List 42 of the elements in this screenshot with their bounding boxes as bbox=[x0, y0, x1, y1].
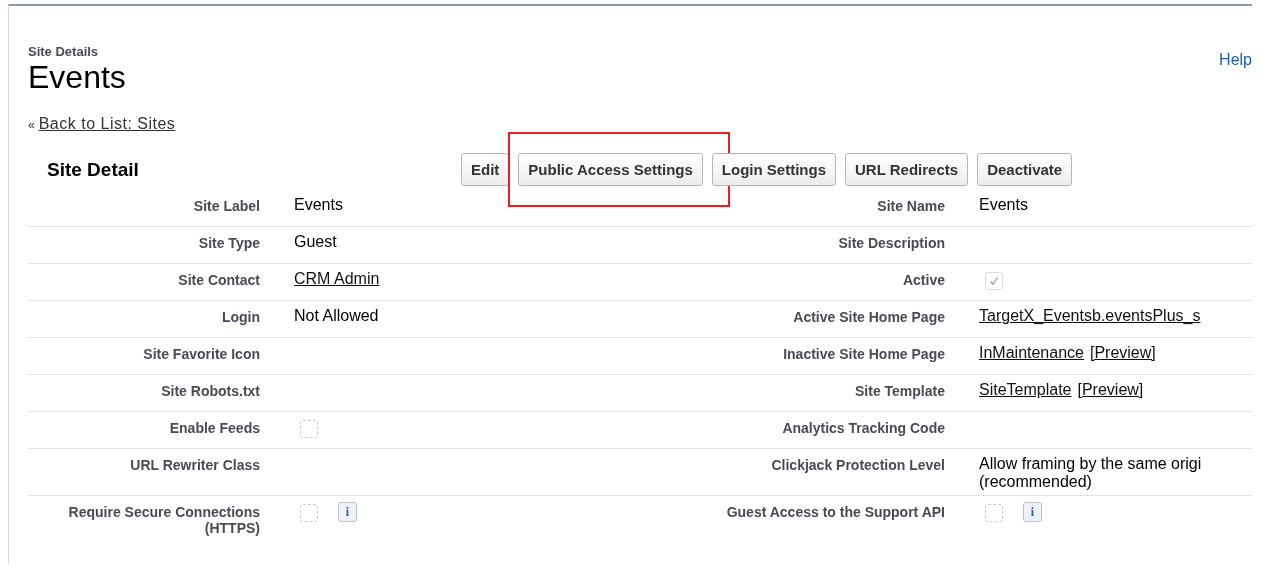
field-value: Not Allowed bbox=[294, 307, 379, 325]
field-label: Active bbox=[901, 271, 945, 290]
field-label: Site Contact bbox=[177, 271, 260, 290]
field-link[interactable]: CRM Admin bbox=[294, 270, 380, 288]
action-button[interactable]: Edit bbox=[461, 153, 510, 186]
field-label: Site Robots.txt bbox=[160, 382, 260, 401]
field-label: Site Name bbox=[876, 197, 945, 216]
field-value: Guest bbox=[294, 233, 337, 251]
help-link[interactable]: Help bbox=[1219, 51, 1252, 69]
field-label: Guest Access to the Support API bbox=[725, 503, 945, 522]
info-icon[interactable]: i bbox=[1023, 502, 1042, 522]
field-label: Require Secure Connections (HTTPS) bbox=[67, 503, 260, 538]
info-icon[interactable]: i bbox=[338, 502, 357, 522]
field-label: URL Rewriter Class bbox=[129, 456, 260, 475]
field-value: Events bbox=[294, 196, 343, 214]
action-button[interactable]: Public Access Settings bbox=[518, 153, 703, 186]
field-link[interactable]: SiteTemplate bbox=[979, 381, 1072, 399]
back-arrow-icon: « bbox=[28, 118, 35, 132]
action-button[interactable]: URL Redirects bbox=[845, 153, 969, 186]
page-subtitle: Site Details bbox=[28, 44, 100, 59]
section-title: Site Detail bbox=[47, 158, 140, 181]
field-label: Login bbox=[220, 308, 260, 327]
preview-link[interactable]: [Preview] bbox=[1089, 344, 1156, 362]
field-label: Analytics Tracking Code bbox=[781, 419, 945, 438]
field-link[interactable]: InMaintenance bbox=[979, 344, 1084, 362]
field-label: Enable Feeds bbox=[168, 419, 260, 438]
action-button[interactable]: Login Settings bbox=[711, 153, 837, 186]
field-label: Clickjack Protection Level bbox=[770, 456, 945, 475]
field-label: Active Site Home Page bbox=[792, 308, 945, 327]
field-label: Site Label bbox=[192, 197, 260, 216]
field-label: Site Template bbox=[854, 382, 945, 401]
preview-link[interactable]: [Preview] bbox=[1077, 381, 1144, 399]
action-button[interactable]: Deactivate bbox=[977, 153, 1073, 186]
field-label: Site Type bbox=[197, 234, 260, 253]
field-label: Site Favorite Icon bbox=[142, 345, 260, 364]
field-label: Site Description bbox=[837, 234, 945, 253]
field-value: Allow framing by the same origi (recommended) bbox=[979, 455, 1203, 491]
page-title: Events bbox=[28, 59, 126, 95]
field-value: Events bbox=[979, 196, 1028, 214]
back-link[interactable]: Back to List: Sites bbox=[38, 115, 176, 133]
field-label: Inactive Site Home Page bbox=[782, 345, 945, 364]
field-link[interactable]: TargetX_Eventsb.eventsPlus_s bbox=[979, 307, 1201, 325]
